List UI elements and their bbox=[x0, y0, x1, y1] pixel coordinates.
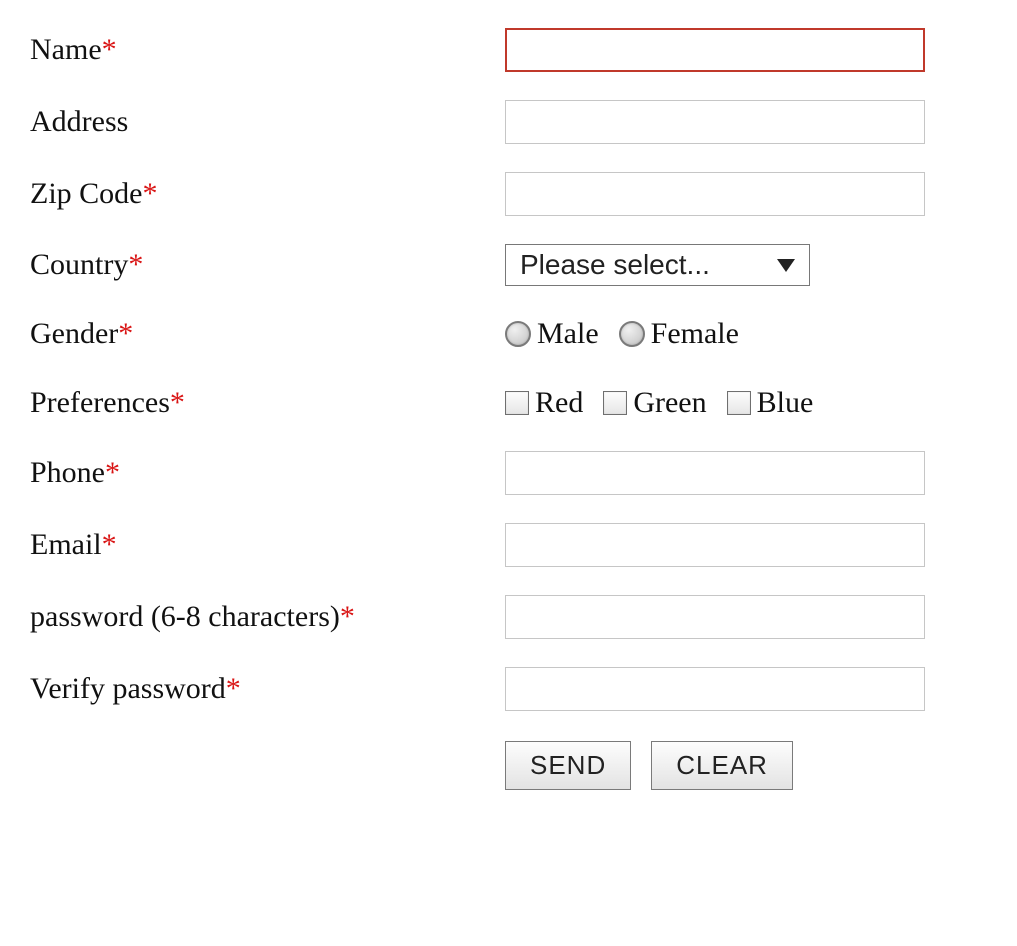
label-email-text: Email bbox=[30, 528, 102, 561]
send-button[interactable]: SEND bbox=[505, 741, 631, 790]
gender-radio-female[interactable]: Female bbox=[619, 317, 739, 351]
label-gender-text: Gender bbox=[30, 317, 118, 350]
row-preferences: Preferences* Red Green Blue bbox=[30, 383, 987, 424]
chevron-down-icon bbox=[777, 259, 795, 272]
required-marker: * bbox=[102, 33, 117, 66]
pref-red-label: Red bbox=[535, 386, 583, 420]
label-verify-password: Verify password* bbox=[30, 669, 505, 710]
row-password: password (6-8 characters)* bbox=[30, 595, 987, 639]
label-zip: Zip Code* bbox=[30, 174, 505, 215]
email-input[interactable] bbox=[505, 523, 925, 567]
label-country-text: Country bbox=[30, 248, 128, 281]
row-buttons: SEND CLEAR bbox=[30, 741, 987, 790]
label-address-text: Address bbox=[30, 105, 128, 138]
address-input[interactable] bbox=[505, 100, 925, 144]
label-name: Name* bbox=[30, 30, 505, 71]
row-name: Name* bbox=[30, 28, 987, 72]
row-email: Email* bbox=[30, 523, 987, 567]
verify-password-input[interactable] bbox=[505, 667, 925, 711]
phone-input[interactable] bbox=[505, 451, 925, 495]
label-password: password (6-8 characters)* bbox=[30, 597, 505, 638]
row-phone: Phone* bbox=[30, 451, 987, 495]
required-marker: * bbox=[105, 456, 120, 489]
clear-button[interactable]: CLEAR bbox=[651, 741, 793, 790]
label-email: Email* bbox=[30, 525, 505, 566]
row-zip: Zip Code* bbox=[30, 172, 987, 216]
required-marker: * bbox=[170, 386, 185, 419]
label-password-text: password (6-8 characters) bbox=[30, 600, 340, 633]
radio-icon bbox=[619, 321, 645, 347]
row-country: Country* Please select... bbox=[30, 244, 987, 286]
row-verify-password: Verify password* bbox=[30, 667, 987, 711]
pref-checkbox-blue[interactable]: Blue bbox=[727, 386, 814, 420]
checkbox-icon bbox=[505, 391, 529, 415]
pref-green-label: Green bbox=[633, 386, 706, 420]
label-zip-text: Zip Code bbox=[30, 177, 143, 210]
label-address: Address bbox=[30, 102, 505, 143]
required-marker: * bbox=[128, 248, 143, 281]
country-select[interactable]: Please select... bbox=[505, 244, 810, 286]
required-marker: * bbox=[143, 177, 158, 210]
label-name-text: Name bbox=[30, 33, 102, 66]
pref-checkbox-red[interactable]: Red bbox=[505, 386, 583, 420]
checkbox-icon bbox=[727, 391, 751, 415]
label-country: Country* bbox=[30, 245, 505, 286]
label-gender: Gender* bbox=[30, 314, 505, 355]
gender-male-label: Male bbox=[537, 317, 599, 351]
label-preferences: Preferences* bbox=[30, 383, 505, 424]
label-verify-password-text: Verify password bbox=[30, 672, 226, 705]
required-marker: * bbox=[118, 317, 133, 350]
pref-checkbox-green[interactable]: Green bbox=[603, 386, 706, 420]
zip-input[interactable] bbox=[505, 172, 925, 216]
required-marker: * bbox=[226, 672, 241, 705]
gender-radio-male[interactable]: Male bbox=[505, 317, 599, 351]
pref-blue-label: Blue bbox=[757, 386, 814, 420]
name-input[interactable] bbox=[505, 28, 925, 72]
label-phone: Phone* bbox=[30, 453, 505, 494]
checkbox-icon bbox=[603, 391, 627, 415]
radio-icon bbox=[505, 321, 531, 347]
registration-form: Name* Address Zip Code* Country* Please … bbox=[0, 0, 1017, 848]
required-marker: * bbox=[340, 600, 355, 633]
label-preferences-text: Preferences bbox=[30, 386, 170, 419]
country-select-value: Please select... bbox=[520, 249, 710, 281]
gender-female-label: Female bbox=[651, 317, 739, 351]
label-phone-text: Phone bbox=[30, 456, 105, 489]
row-address: Address bbox=[30, 100, 987, 144]
row-gender: Gender* Male Female bbox=[30, 314, 987, 355]
required-marker: * bbox=[102, 528, 117, 561]
password-input[interactable] bbox=[505, 595, 925, 639]
